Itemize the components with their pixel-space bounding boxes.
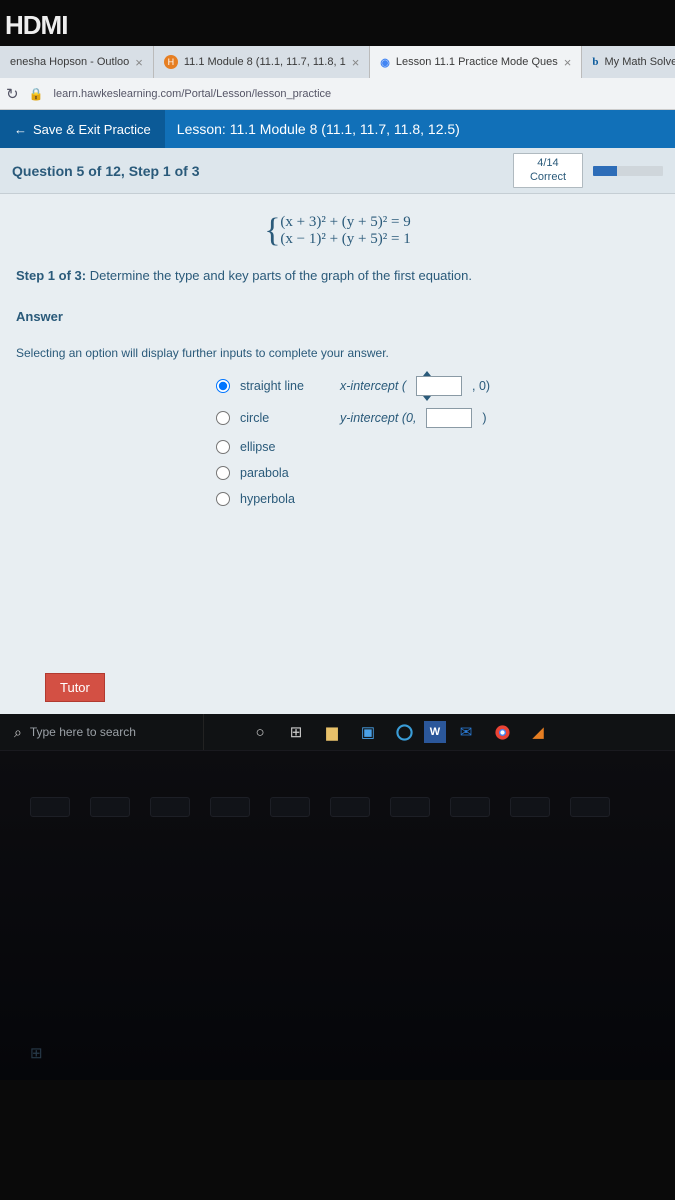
close-icon[interactable]: ×	[352, 55, 360, 70]
chrome-icon[interactable]	[486, 716, 518, 748]
browser-tab-bar: enesha Hopson - Outloo × H 11.1 Module 8…	[0, 46, 675, 78]
equation-2: (x − 1)² + (y + 5)² = 1	[280, 231, 410, 248]
key	[30, 797, 70, 817]
options-area: straight line x-intercept ( , 0) circle …	[216, 376, 659, 506]
content-area: { (x + 3)² + (y + 5)² = 9 (x − 1)² + (y …	[0, 194, 675, 714]
step-line: Step 1 of 3: Determine the type and key …	[16, 268, 659, 283]
monitor-logo: HDMI	[0, 0, 675, 46]
score-box: 4/14 Correct	[513, 153, 583, 187]
bartleby-favicon-icon: b	[592, 56, 598, 68]
tab-lesson-practice[interactable]: ◉ Lesson 11.1 Practice Mode Ques ×	[370, 46, 582, 78]
groove-icon[interactable]: ◢	[522, 716, 554, 748]
option-straight-line-radio[interactable]	[216, 379, 230, 393]
yintercept-suffix: )	[482, 411, 486, 425]
cortana-icon[interactable]: ○	[244, 716, 276, 748]
task-icons: ○ ⊞ ▆ ▣ W ✉ ◢	[204, 714, 554, 750]
yintercept-input[interactable]	[426, 408, 472, 428]
key	[450, 797, 490, 817]
keyboard-area: ⊞	[0, 750, 675, 1080]
task-view-icon[interactable]: ⊞	[280, 716, 312, 748]
brace-icon: {	[264, 212, 280, 250]
key	[570, 797, 610, 817]
tab-label: Lesson 11.1 Practice Mode Ques	[396, 56, 558, 68]
step-description: Determine the type and key parts of the …	[90, 268, 472, 283]
hawkes-favicon-icon: H	[164, 55, 178, 69]
option-straight-line-label: straight line	[240, 379, 330, 393]
option-straight-line-row: straight line x-intercept ( , 0)	[216, 376, 659, 396]
hint-text: Selecting an option will display further…	[16, 346, 659, 360]
lesson-title: Lesson: 11.1 Module 8 (11.1, 11.7, 11.8,…	[165, 121, 460, 137]
key	[90, 797, 130, 817]
score-label: Correct	[530, 171, 566, 184]
answer-heading: Answer	[16, 309, 659, 324]
mail-icon[interactable]: ✉	[450, 716, 482, 748]
progress-bar	[593, 166, 663, 176]
tutor-button[interactable]: Tutor	[45, 673, 105, 702]
score-fraction: 4/14	[530, 157, 566, 170]
tab-label: enesha Hopson - Outloo	[10, 56, 129, 68]
key	[270, 797, 310, 817]
option-ellipse-radio[interactable]	[216, 440, 230, 454]
question-title: Question 5 of 12, Step 1 of 3	[12, 163, 199, 179]
search-icon: ⌕	[14, 724, 22, 741]
screen-area: enesha Hopson - Outloo × H 11.1 Module 8…	[0, 46, 675, 750]
option-circle-radio[interactable]	[216, 411, 230, 425]
option-hyperbola-row: hyperbola	[216, 492, 659, 506]
question-bar: Question 5 of 12, Step 1 of 3 4/14 Corre…	[0, 148, 675, 194]
function-key-row	[30, 797, 665, 817]
key	[150, 797, 190, 817]
key	[330, 797, 370, 817]
option-circle-row: circle y-intercept (0, )	[216, 408, 659, 428]
equation-block: { (x + 3)² + (y + 5)² = 9 (x − 1)² + (y …	[16, 206, 659, 268]
key	[210, 797, 250, 817]
key	[390, 797, 430, 817]
equation-1: (x + 3)² + (y + 5)² = 9	[280, 214, 410, 231]
taskbar-search[interactable]: ⌕ Type here to search	[4, 714, 204, 750]
tab-label: My Math Solver | bartl	[604, 56, 675, 68]
option-parabola-label: parabola	[240, 466, 330, 480]
chrome-favicon-icon: ◉	[380, 56, 390, 69]
lesson-header: ← Save & Exit Practice Lesson: 11.1 Modu…	[0, 110, 675, 148]
store-icon[interactable]: ▣	[352, 716, 384, 748]
tab-outlook[interactable]: enesha Hopson - Outloo ×	[0, 46, 154, 78]
option-parabola-radio[interactable]	[216, 466, 230, 480]
save-exit-button[interactable]: ← Save & Exit Practice	[0, 110, 165, 148]
xintercept-input[interactable]	[416, 376, 462, 396]
tab-label: 11.1 Module 8 (11.1, 11.7, 11.8, 1	[184, 56, 346, 68]
back-arrow-icon: ←	[14, 122, 27, 137]
progress-bar-fill	[593, 166, 617, 176]
edge-icon[interactable]	[388, 716, 420, 748]
word-icon[interactable]: W	[424, 721, 446, 743]
option-circle-label: circle	[240, 411, 330, 425]
search-placeholder: Type here to search	[30, 725, 136, 739]
xintercept-label: x-intercept (	[340, 379, 406, 393]
option-hyperbola-radio[interactable]	[216, 492, 230, 506]
xintercept-suffix: , 0)	[472, 379, 490, 393]
reload-icon[interactable]: ↻	[6, 85, 19, 103]
key	[510, 797, 550, 817]
yintercept-label: y-intercept (0,	[340, 411, 416, 425]
windows-taskbar: ⌕ Type here to search ○ ⊞ ▆ ▣ W ✉ ◢	[0, 714, 675, 750]
tab-hawkes-module[interactable]: H 11.1 Module 8 (11.1, 11.7, 11.8, 1 ×	[154, 46, 370, 78]
lock-icon: 🔒	[29, 87, 44, 101]
tab-bartleby[interactable]: b My Math Solver | bartl	[582, 46, 675, 78]
option-ellipse-row: ellipse	[216, 440, 659, 454]
url-bar: ↻ 🔒 learn.hawkeslearning.com/Portal/Less…	[0, 78, 675, 110]
option-hyperbola-label: hyperbola	[240, 492, 330, 506]
close-icon[interactable]: ×	[135, 55, 143, 70]
option-ellipse-label: ellipse	[240, 440, 330, 454]
step-label: Step 1 of 3:	[16, 268, 86, 283]
file-explorer-icon[interactable]: ▆	[316, 716, 348, 748]
windows-key-icon: ⊞	[30, 1044, 43, 1062]
url-text[interactable]: learn.hawkeslearning.com/Portal/Lesson/l…	[54, 88, 332, 100]
save-exit-label: Save & Exit Practice	[33, 122, 151, 137]
option-parabola-row: parabola	[216, 466, 659, 480]
close-icon[interactable]: ×	[564, 55, 572, 70]
score-area: 4/14 Correct	[513, 153, 663, 187]
